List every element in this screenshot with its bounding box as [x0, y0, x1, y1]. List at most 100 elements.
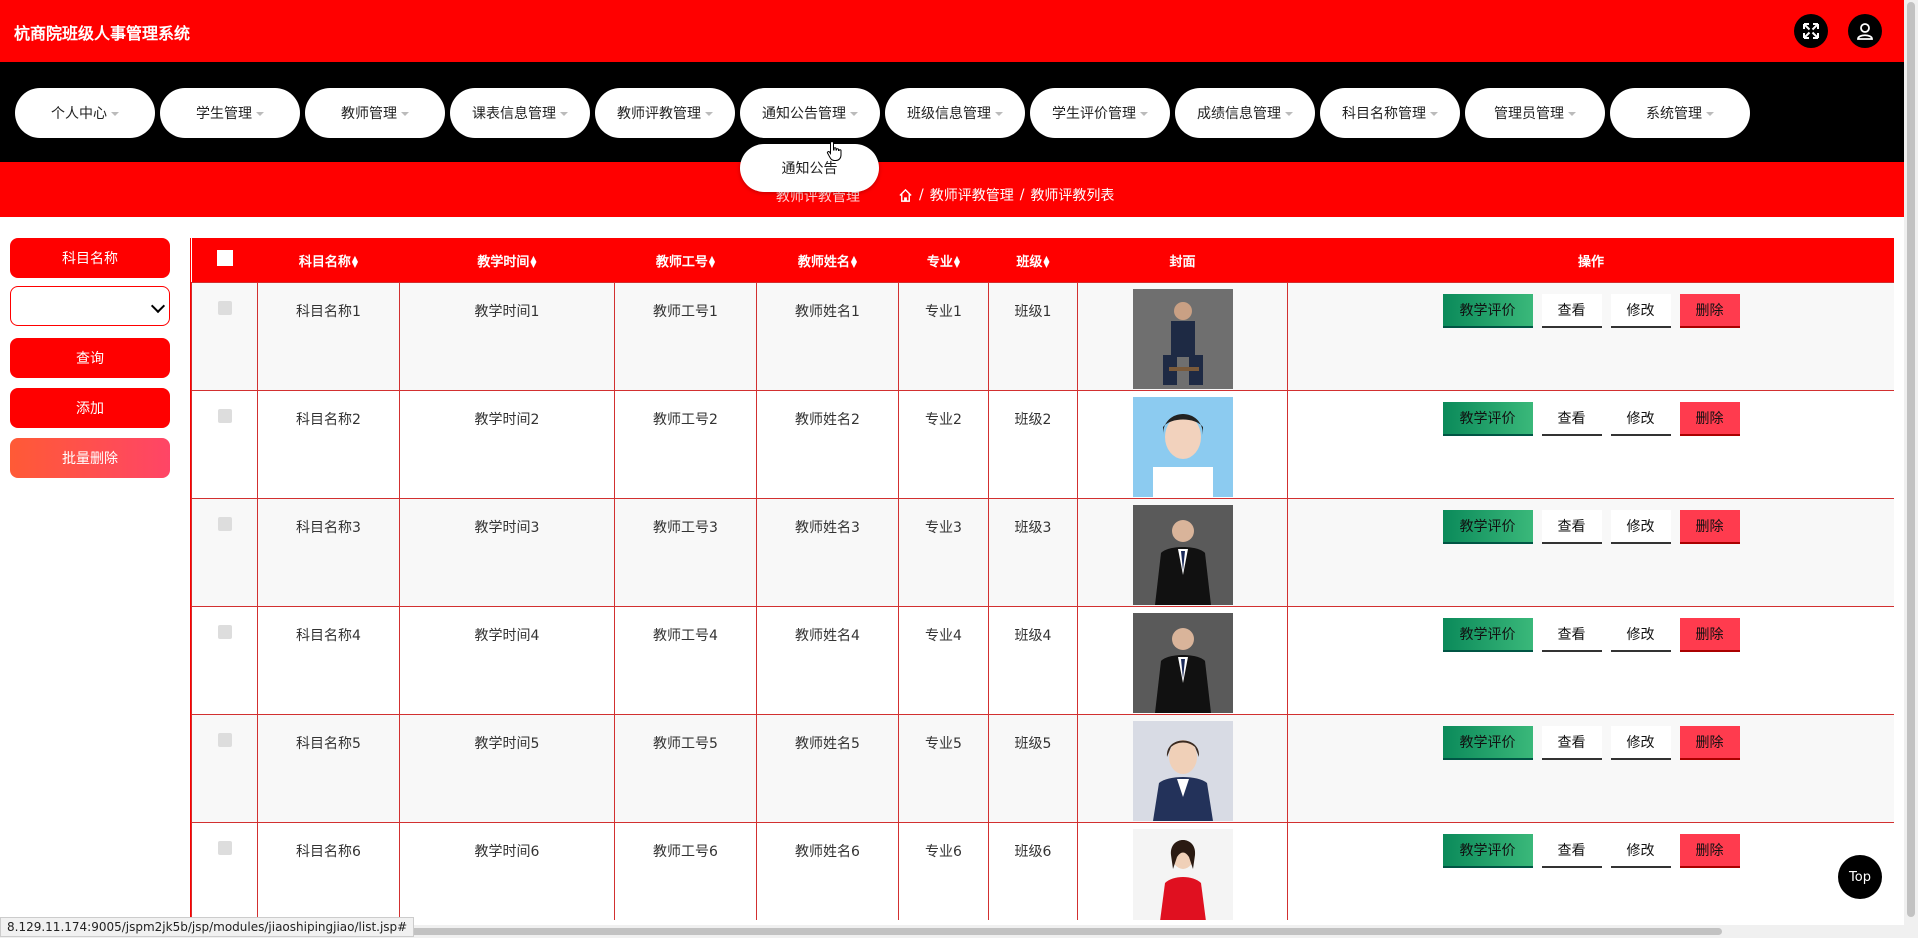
- nav-student-eval-management[interactable]: 学生评价管理: [1030, 88, 1170, 138]
- cover-image[interactable]: [1132, 613, 1233, 713]
- cover-image[interactable]: [1132, 505, 1233, 605]
- breadcrumb: / 教师评教管理 / 教师评教列表: [898, 185, 1114, 205]
- home-icon[interactable]: [898, 188, 913, 203]
- query-button[interactable]: 查询: [10, 338, 170, 378]
- delete-button[interactable]: 删除: [1679, 726, 1740, 760]
- chevron-down-icon: [850, 112, 858, 116]
- edit-button[interactable]: 修改: [1610, 618, 1671, 652]
- cell-subject: 科目名称5: [257, 714, 400, 823]
- row-checkbox[interactable]: [217, 517, 232, 531]
- row-checkbox[interactable]: [217, 625, 232, 639]
- view-button[interactable]: 查看: [1541, 726, 1602, 760]
- view-button[interactable]: 查看: [1541, 510, 1602, 544]
- row-checkbox[interactable]: [217, 733, 232, 747]
- header-cover: 封面: [1077, 238, 1288, 283]
- header-subject[interactable]: 科目名称▲ ▼: [257, 238, 400, 283]
- nav-personal-center[interactable]: 个人中心: [15, 88, 155, 138]
- row-checkbox[interactable]: [217, 301, 232, 315]
- user-icon[interactable]: [1848, 14, 1882, 48]
- row-checkbox[interactable]: [217, 841, 232, 855]
- header-select-all[interactable]: [191, 238, 258, 283]
- delete-button[interactable]: 删除: [1679, 294, 1740, 328]
- view-button[interactable]: 查看: [1541, 618, 1602, 652]
- chevron-down-icon: [995, 112, 1003, 116]
- header-time[interactable]: 教学时间▲ ▼: [399, 238, 615, 283]
- cover-image[interactable]: [1132, 397, 1233, 497]
- cover-image[interactable]: [1132, 829, 1233, 920]
- nav-system-management[interactable]: 系统管理: [1610, 88, 1750, 138]
- cover-image[interactable]: [1132, 289, 1233, 389]
- delete-button[interactable]: 删除: [1679, 402, 1740, 436]
- nav-subject-management[interactable]: 科目名称管理: [1320, 88, 1460, 138]
- sort-icon[interactable]: ▲ ▼: [530, 255, 536, 269]
- nav-notice-management[interactable]: 通知公告管理: [740, 88, 880, 138]
- cell-time: 教学时间1: [399, 282, 615, 391]
- nav-grades-management[interactable]: 成绩信息管理: [1175, 88, 1315, 138]
- table-row: 科目名称4 教学时间4 教师工号4 教师姓名4 专业4 班级4 教学评价 查看 修改 删除: [191, 606, 1894, 715]
- cover-image[interactable]: [1132, 721, 1233, 821]
- fullscreen-icon[interactable]: [1794, 14, 1828, 48]
- cell-teacher-name: 教师姓名3: [756, 498, 899, 607]
- status-bar-url: 8.129.11.174:9005/jspm2jk5b/jsp/modules/…: [0, 917, 415, 937]
- teaching-eval-button[interactable]: 教学评价: [1442, 510, 1533, 544]
- edit-button[interactable]: 修改: [1610, 510, 1671, 544]
- cell-time: 教学时间3: [399, 498, 615, 607]
- cell-teacher-name: 教师姓名2: [756, 390, 899, 499]
- view-button[interactable]: 查看: [1541, 834, 1602, 868]
- subject-select[interactable]: [10, 286, 170, 326]
- delete-button[interactable]: 删除: [1679, 510, 1740, 544]
- view-button[interactable]: 查看: [1541, 402, 1602, 436]
- teaching-eval-button[interactable]: 教学评价: [1442, 618, 1533, 652]
- delete-button[interactable]: 删除: [1679, 834, 1740, 868]
- teaching-eval-button[interactable]: 教学评价: [1442, 294, 1533, 328]
- row-checkbox[interactable]: [217, 409, 232, 423]
- header-teacher-name[interactable]: 教师姓名▲ ▼: [756, 238, 899, 283]
- header-class[interactable]: 班级▲ ▼: [988, 238, 1078, 283]
- cell-subject: 科目名称1: [257, 282, 400, 391]
- row-checkbox-cell[interactable]: [191, 282, 258, 391]
- cell-class: 班级3: [988, 498, 1078, 607]
- cell-major: 专业4: [898, 606, 989, 715]
- vertical-scrollbar[interactable]: [1904, 0, 1918, 925]
- back-to-top-button[interactable]: Top: [1838, 855, 1882, 899]
- row-checkbox-cell[interactable]: [191, 822, 258, 920]
- nav-schedule-management[interactable]: 课表信息管理: [450, 88, 590, 138]
- teaching-eval-button[interactable]: 教学评价: [1442, 834, 1533, 868]
- nav-student-management[interactable]: 学生管理: [160, 88, 300, 138]
- row-checkbox-cell[interactable]: [191, 606, 258, 715]
- teaching-eval-button[interactable]: 教学评价: [1442, 726, 1533, 760]
- edit-button[interactable]: 修改: [1610, 834, 1671, 868]
- sort-icon[interactable]: ▲ ▼: [851, 255, 857, 269]
- batch-delete-button[interactable]: 批量删除: [10, 438, 170, 478]
- cell-subject: 科目名称4: [257, 606, 400, 715]
- header-teacher-id[interactable]: 教师工号▲ ▼: [614, 238, 757, 283]
- cell-major: 专业1: [898, 282, 989, 391]
- row-checkbox-cell[interactable]: [191, 714, 258, 823]
- dropdown-item-notice[interactable]: 通知公告: [740, 144, 879, 192]
- teaching-eval-button[interactable]: 教学评价: [1442, 402, 1533, 436]
- nav-admin-management[interactable]: 管理员管理: [1465, 88, 1605, 138]
- nav-teacher-management[interactable]: 教师管理: [305, 88, 445, 138]
- edit-button[interactable]: 修改: [1610, 294, 1671, 328]
- select-all-checkbox[interactable]: [216, 250, 233, 266]
- nav-teacher-eval-management[interactable]: 教师评教管理: [595, 88, 735, 138]
- add-button[interactable]: 添加: [10, 388, 170, 428]
- breadcrumb-item[interactable]: 教师评教管理: [930, 185, 1014, 205]
- row-checkbox-cell[interactable]: [191, 498, 258, 607]
- scrollbar-thumb[interactable]: [392, 928, 1722, 935]
- delete-button[interactable]: 删除: [1679, 618, 1740, 652]
- cell-actions: 教学评价 查看 修改 删除: [1287, 606, 1894, 715]
- view-button[interactable]: 查看: [1541, 294, 1602, 328]
- cell-actions: 教学评价 查看 修改 删除: [1287, 714, 1894, 823]
- sort-icon[interactable]: ▲ ▼: [352, 255, 358, 269]
- sort-icon[interactable]: ▲ ▼: [709, 255, 715, 269]
- cell-subject: 科目名称6: [257, 822, 400, 920]
- sort-icon[interactable]: ▲ ▼: [954, 255, 960, 269]
- edit-button[interactable]: 修改: [1610, 402, 1671, 436]
- nav-class-management[interactable]: 班级信息管理: [885, 88, 1025, 138]
- scrollbar-thumb[interactable]: [1907, 2, 1915, 917]
- edit-button[interactable]: 修改: [1610, 726, 1671, 760]
- header-major[interactable]: 专业▲ ▼: [898, 238, 989, 283]
- row-checkbox-cell[interactable]: [191, 390, 258, 499]
- sort-icon[interactable]: ▲ ▼: [1043, 255, 1049, 269]
